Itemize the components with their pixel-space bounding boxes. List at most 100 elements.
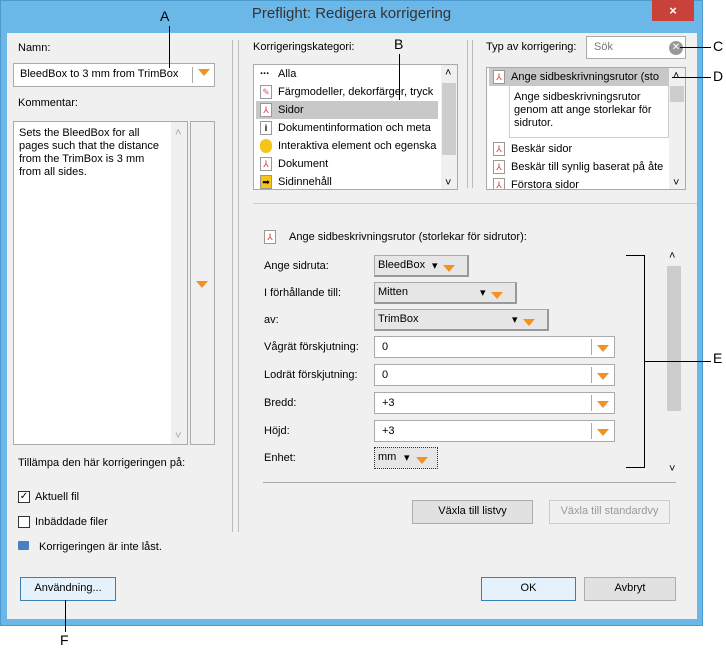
chevron-down-icon [523,314,535,333]
pdf-icon: ⅄ [260,103,272,117]
pdf-icon: ⅄ [493,178,505,189]
divider [238,40,239,532]
search-input[interactable]: Sök ✕ [586,36,686,59]
close-button[interactable]: × [652,0,694,21]
callout-a: A [160,8,170,24]
horizontal-offset-label: Vågrät förskjutning: [264,341,359,353]
info-icon: i [260,121,272,135]
callout-bracket [626,467,644,468]
list-view-button[interactable]: Växla till listvy [412,500,533,524]
chevron-down-icon [591,339,613,355]
embedded-files-checkbox[interactable]: Inbäddade filer [18,516,108,529]
comment-scrollbar[interactable]: ˄ ˅ [171,122,187,444]
category-label: Korrigeringskategori: [253,41,355,53]
fix-description: Ange sidbeskrivningsrutor genom att ange… [509,86,669,138]
fix-scrollbar[interactable]: ˄ ˅ [669,68,685,189]
category-item-document[interactable]: ⅄ Dokument [256,155,438,173]
usage-button[interactable]: Användning... [20,577,116,601]
dialog-title: Preflight: Redigera korrigering [251,5,452,22]
ok-button[interactable]: OK [481,577,576,601]
lock-text: Korrigeringen är inte låst. [39,541,162,553]
current-file-checkbox[interactable]: ✓ Aktuell fil [18,491,80,504]
chevron-down-icon [443,260,455,279]
scroll-up-icon[interactable]: ˄ [445,67,451,79]
fix-item-selected[interactable]: ⅄ Ange sidbeskrivningsrutor (sto [489,68,669,86]
chevron-down-icon [416,452,428,471]
pdf-icon: ⅄ [264,230,276,244]
horizontal-offset-input[interactable]: 0 [374,336,615,358]
color-icon: ✎ [260,85,272,99]
current-file-label: Aktuell fil [35,491,80,503]
vertical-offset-input[interactable]: 0 [374,364,615,386]
pdf-icon: ⅄ [493,142,505,156]
fix-item[interactable]: ⅄ Förstora sidor [489,176,669,189]
relative-to-label: I förhållande till: [264,287,342,299]
page-content-icon: ➡ [260,175,272,189]
separator [263,482,676,483]
pdf-icon: ⅄ [493,160,505,174]
callout-f: F [60,632,69,648]
page-box-select[interactable]: BleedBox ▾ [374,255,469,277]
comment-label: Kommentar: [18,97,78,109]
divider [467,40,468,188]
category-item-all[interactable]: ... Alla [256,65,438,83]
clear-search-icon[interactable]: ✕ [669,41,683,55]
comment-textarea[interactable]: Sets the BleedBox for all pages such tha… [13,121,188,445]
height-input[interactable]: +3 [374,420,615,442]
callout-line [680,47,711,48]
of-select[interactable]: TrimBox ▾ [374,309,549,331]
callout-line [644,361,711,362]
category-item-pages[interactable]: ⅄ Sidor [256,101,438,119]
comment-icon [260,139,272,153]
separator [253,203,697,204]
vertical-offset-label: Lodrät förskjutning: [264,369,358,381]
apply-label: Tillämpa den här korrigeringen på: [18,457,186,469]
comment-expand-button[interactable] [190,121,215,445]
scroll-thumb[interactable] [442,83,456,155]
scroll-thumb[interactable] [667,266,681,411]
fix-item[interactable]: ⅄ Beskär sidor [489,140,669,158]
unit-select[interactable]: mm ▾ [374,447,438,469]
category-item-colors[interactable]: ✎ Färgmodeller, dekorfärger, tryck [256,83,438,101]
embedded-files-label: Inbäddade filer [35,516,108,528]
width-label: Bredd: [264,397,297,409]
scroll-up-icon[interactable]: ˄ [175,127,181,139]
category-scrollbar[interactable]: ˄ ˅ [441,65,457,189]
callout-bracket [626,255,644,256]
relative-to-select[interactable]: Mitten ▾ [374,282,517,304]
standard-view-button[interactable]: Växla till standardvy [549,500,670,524]
scroll-down-icon[interactable]: ˅ [669,463,675,475]
comment-text: Sets the BleedBox for all pages such tha… [19,127,160,178]
fix-item[interactable]: ⅄ Beskär till synlig baserat på åte [489,158,669,176]
chevron-down-icon[interactable] [192,67,214,83]
callout-line [169,26,170,68]
unit-label: Enhet: [264,452,296,464]
callout-e: E [713,350,723,366]
category-item-interactive[interactable]: Interaktiva element och egenska [256,137,438,155]
lock-status: Korrigeringen är inte låst. [18,541,162,553]
scroll-down-icon[interactable]: ˅ [175,430,181,442]
unlock-icon[interactable] [18,541,29,550]
divider [472,40,473,188]
callout-b: B [394,36,404,52]
scroll-down-icon[interactable]: ˅ [445,177,451,189]
callout-line [65,600,66,632]
category-item-docinfo[interactable]: i Dokumentinformation och meta [256,119,438,137]
scroll-up-icon[interactable]: ˄ [673,70,679,82]
scroll-down-icon[interactable]: ˅ [673,177,679,189]
of-label: av: [264,314,279,326]
page-box-label: Ange sidruta: [264,260,329,272]
category-list[interactable]: ... Alla ✎ Färgmodeller, dekorfärger, tryc… [253,64,458,190]
scroll-thumb[interactable] [670,86,684,102]
cancel-button[interactable]: Avbryt [584,577,676,601]
height-label: Höjd: [264,425,290,437]
category-item-content[interactable]: ➡ Sidinnehåll [256,173,438,189]
name-label: Namn: [18,42,51,54]
chevron-down-icon [491,287,503,306]
callout-line [399,54,400,100]
name-combobox[interactable]: BleedBox to 3 mm from TrimBox [13,63,215,87]
width-input[interactable]: +3 [374,392,615,414]
fix-type-list[interactable]: ⅄ Ange sidbeskrivningsrutor (sto Ange sid… [486,67,686,190]
name-value: BleedBox to 3 mm from TrimBox [20,68,179,80]
scroll-up-icon[interactable]: ˄ [669,250,675,262]
